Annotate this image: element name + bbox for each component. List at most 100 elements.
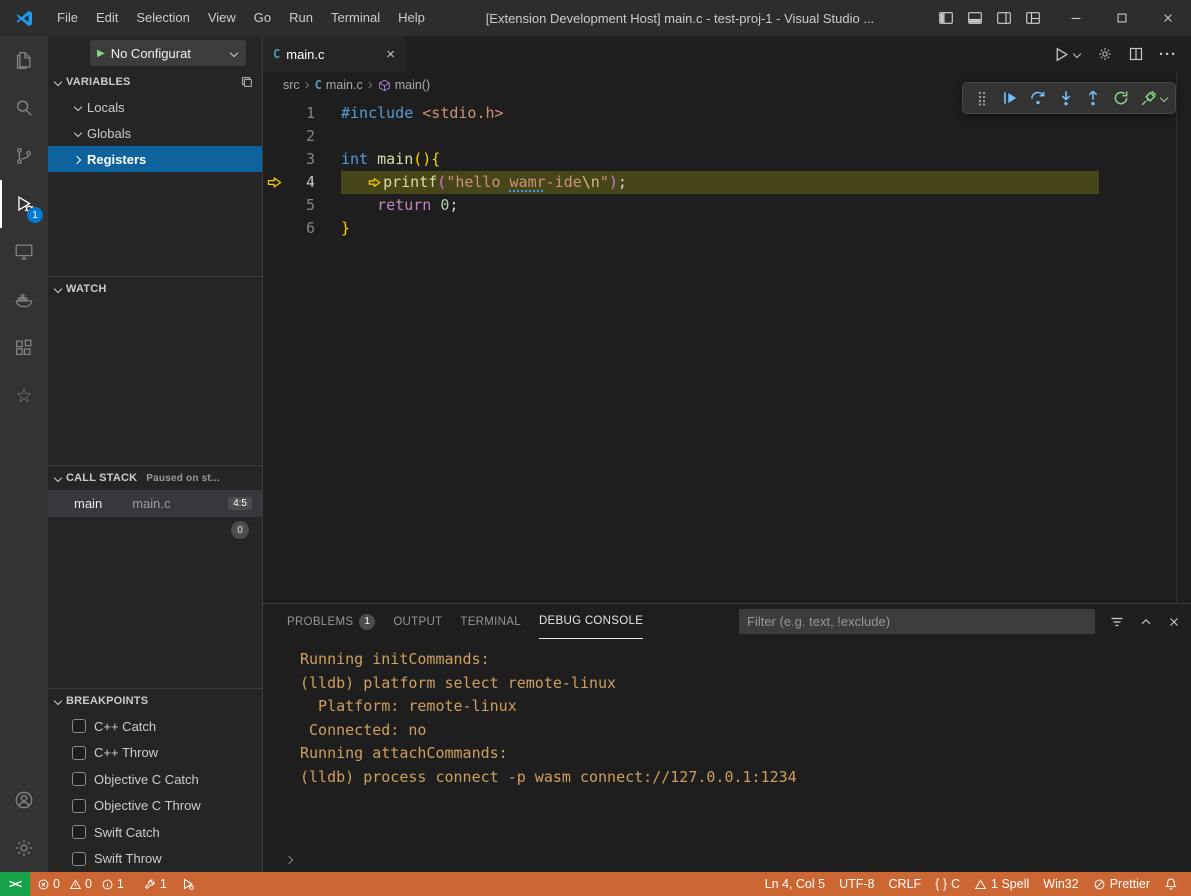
maximize-panel-icon[interactable]: [1139, 615, 1153, 629]
code-line[interactable]: 6}: [263, 217, 1191, 240]
more-actions-icon[interactable]: ···: [1159, 46, 1177, 63]
continue-button[interactable]: [997, 85, 1023, 111]
breakpoint-checkbox[interactable]: [72, 825, 86, 839]
breakpoint-row[interactable]: C++ Catch: [48, 713, 262, 740]
activity-bar: 1 ☆: [0, 36, 48, 872]
breakpoint-row[interactable]: Swift Throw: [48, 846, 262, 873]
breakpoint-checkbox[interactable]: [72, 772, 86, 786]
run-or-debug-button[interactable]: [1053, 46, 1082, 63]
toggle-sidebar-icon[interactable]: [938, 10, 954, 26]
tab-output[interactable]: OUTPUT: [393, 604, 442, 639]
explorer-icon[interactable]: [0, 36, 48, 84]
breakpoint-row[interactable]: Swift Catch: [48, 819, 262, 846]
settings-gear-icon[interactable]: [0, 824, 48, 872]
debug-status-icon[interactable]: [174, 872, 202, 896]
code-editor[interactable]: 1#include <stdio.h>23int main(){4 printf…: [263, 98, 1191, 603]
toggle-secondary-sidebar-icon[interactable]: [996, 10, 1012, 26]
variables-section-header[interactable]: VARIABLES: [48, 70, 262, 94]
maximize-button[interactable]: [1099, 0, 1145, 36]
console-filter-input[interactable]: [739, 609, 1095, 634]
breadcrumb-file[interactable]: C main.c: [315, 78, 363, 92]
copy-icon[interactable]: [240, 75, 254, 89]
step-over-button[interactable]: [1025, 85, 1051, 111]
close-window-button[interactable]: [1145, 0, 1191, 36]
breakpoint-row[interactable]: Objective C Catch: [48, 766, 262, 793]
debug-console-input[interactable]: [263, 846, 1191, 872]
wamr-star-icon[interactable]: ☆: [0, 372, 48, 420]
breakpoint-checkbox[interactable]: [72, 852, 86, 866]
toggle-panel-icon[interactable]: [967, 10, 983, 26]
encoding-indicator[interactable]: UTF-8: [832, 877, 881, 891]
close-panel-icon[interactable]: [1167, 615, 1181, 629]
window-title: [Extension Development Host] main.c - te…: [434, 11, 926, 26]
remote-indicator[interactable]: ><: [0, 872, 30, 896]
code-line[interactable]: 5 return 0;: [263, 194, 1191, 217]
breakpoint-row[interactable]: C++ Throw: [48, 740, 262, 767]
variables-row[interactable]: Globals: [48, 120, 262, 146]
menu-file[interactable]: File: [48, 0, 87, 36]
accounts-icon[interactable]: [0, 776, 48, 824]
search-icon[interactable]: [0, 84, 48, 132]
extensions-icon[interactable]: [0, 324, 48, 372]
notifications-bell-icon[interactable]: [1157, 877, 1185, 891]
glyph-margin: [263, 217, 285, 240]
breakpoint-checkbox[interactable]: [72, 719, 86, 733]
code-line[interactable]: 2: [263, 125, 1191, 148]
minimize-button[interactable]: [1053, 0, 1099, 36]
breakpoint-checkbox[interactable]: [72, 799, 86, 813]
breadcrumb-folder[interactable]: src: [283, 78, 300, 92]
info-count: 1: [117, 877, 124, 891]
code-line[interactable]: 4 printf("hello wamr-ide\n");: [263, 171, 1191, 194]
menu-terminal[interactable]: Terminal: [322, 0, 389, 36]
drag-handle-icon[interactable]: ⣿: [969, 85, 995, 111]
tools-status[interactable]: 1: [136, 872, 174, 896]
watch-section-header[interactable]: WATCH: [48, 277, 262, 301]
run-and-debug-icon[interactable]: 1: [0, 180, 48, 228]
problems-status[interactable]: 0 0 1: [30, 872, 136, 896]
split-editor-icon[interactable]: [1128, 46, 1144, 62]
step-out-button[interactable]: [1080, 85, 1106, 111]
breakpoints-section-header[interactable]: BREAKPOINTS: [48, 689, 262, 713]
tab-problems[interactable]: PROBLEMS 1: [287, 604, 375, 639]
chevron-down-icon[interactable]: [1158, 93, 1169, 104]
menu-view[interactable]: View: [199, 0, 245, 36]
spell-checker-status[interactable]: 1 Spell: [967, 877, 1036, 891]
menu-run[interactable]: Run: [280, 0, 322, 36]
tab-main-c[interactable]: C main.c ×: [263, 36, 405, 72]
debug-configuration-dropdown[interactable]: ▶ No Configurat: [90, 40, 246, 66]
code-line[interactable]: 3int main(){: [263, 148, 1191, 171]
code-text: [341, 125, 1191, 148]
breakpoint-label: Objective C Catch: [94, 772, 199, 787]
breadcrumb-symbol[interactable]: main(): [378, 78, 430, 92]
remote-explorer-icon[interactable]: [0, 228, 48, 276]
menu-edit[interactable]: Edit: [87, 0, 127, 36]
menu-selection[interactable]: Selection: [127, 0, 198, 36]
variables-row[interactable]: Locals: [48, 94, 262, 120]
language-mode[interactable]: { }C: [928, 877, 967, 891]
menu-help[interactable]: Help: [389, 0, 434, 36]
call-stack-frame[interactable]: main main.c 4:5: [48, 490, 262, 517]
menu-go[interactable]: Go: [245, 0, 280, 36]
step-into-button[interactable]: [1053, 85, 1079, 111]
variables-row[interactable]: Registers: [48, 146, 262, 172]
restart-button[interactable]: [1108, 85, 1134, 111]
platform-indicator[interactable]: Win32: [1036, 877, 1085, 891]
breakpoint-row[interactable]: Objective C Throw: [48, 793, 262, 820]
prettier-status[interactable]: Prettier: [1086, 877, 1157, 891]
tab-debug-console[interactable]: DEBUG CONSOLE: [539, 604, 643, 639]
cursor-position[interactable]: Ln 4, Col 5: [758, 877, 832, 891]
close-tab-icon[interactable]: ×: [386, 47, 395, 62]
glyph-margin: [263, 148, 285, 171]
debug-console-output[interactable]: Running initCommands:(lldb) platform sel…: [263, 639, 1191, 846]
inline-breakpoint-icon[interactable]: [368, 176, 382, 189]
customize-layout-icon[interactable]: [1025, 10, 1041, 26]
tab-terminal[interactable]: TERMINAL: [460, 604, 521, 639]
source-control-icon[interactable]: [0, 132, 48, 180]
docker-icon[interactable]: [0, 276, 48, 324]
call-stack-section-header[interactable]: CALL STACK Paused on st...: [48, 466, 262, 490]
overview-ruler: [1176, 72, 1177, 603]
editor-settings-gear-icon[interactable]: [1097, 46, 1113, 62]
eol-indicator[interactable]: CRLF: [882, 877, 929, 891]
filter-icon[interactable]: [1109, 614, 1125, 630]
breakpoint-checkbox[interactable]: [72, 746, 86, 760]
